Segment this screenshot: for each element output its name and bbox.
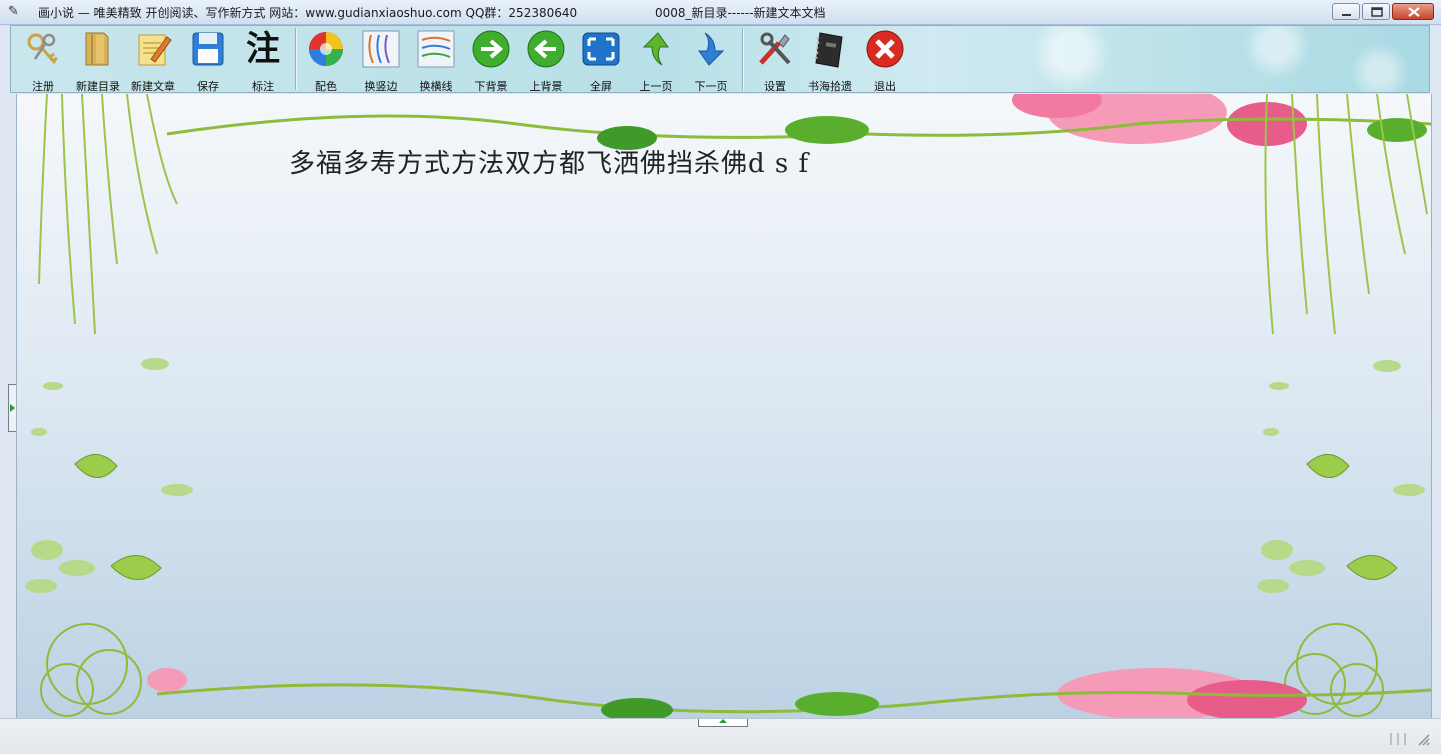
change-horizontal-line-button[interactable]: 换横线 <box>409 26 463 92</box>
horizontal-lines-icon <box>417 30 455 68</box>
document-content[interactable]: 多福多寿方式方法双方都飞洒佛挡杀佛d s f <box>289 143 809 180</box>
annotate-label: 标注 <box>252 80 274 93</box>
book-icon[interactable]: ✎ <box>8 4 24 20</box>
window-title: 画小说 — 唯美精致 开创阅读、写作新方式 网站：www.gudianxiaos… <box>38 6 578 20</box>
exit-label: 退出 <box>874 80 896 93</box>
sidebar-toggle-handle[interactable] <box>8 384 16 432</box>
next-background-button[interactable]: 下背景 <box>464 26 518 92</box>
color-wheel-icon <box>309 32 343 66</box>
color-scheme-button[interactable]: 配色 <box>299 26 353 92</box>
settings-button[interactable]: 设置 <box>748 26 802 92</box>
fullscreen-button[interactable]: 全屏 <box>574 26 628 92</box>
title-bar: ✎ 画小说 — 唯美精致 开创阅读、写作新方式 网站：www.gudianxia… <box>0 0 1441 25</box>
arrow-right-circle-icon <box>472 30 510 68</box>
vertical-border-icon <box>362 30 400 68</box>
new-article-button[interactable]: 新建文章 <box>126 26 180 92</box>
annotate-character-icon: 注 <box>246 29 280 69</box>
next-page-label: 下一页 <box>694 80 728 93</box>
register-button[interactable]: 注册 <box>16 26 70 92</box>
notebook-icon <box>814 32 843 68</box>
editor-canvas[interactable]: 多福多寿方式方法双方都飞洒佛挡杀佛d s f <box>16 94 1432 718</box>
exit-x-icon <box>866 30 904 68</box>
previous-page-button[interactable]: 上一页 <box>629 26 683 92</box>
next-page-button[interactable]: 下一页 <box>684 26 738 92</box>
status-bar <box>0 718 1441 754</box>
minimize-icon <box>1342 14 1351 16</box>
fullscreen-icon <box>582 32 620 66</box>
bottom-panel-toggle[interactable] <box>698 719 748 727</box>
new-directory-button[interactable]: 新建目录 <box>71 26 125 92</box>
tools-icon <box>759 32 791 65</box>
arrow-up-icon <box>642 32 669 66</box>
book-sea-button[interactable]: 书海拾遗 <box>803 26 857 92</box>
arrow-left-circle-icon <box>527 30 565 68</box>
annotate-button[interactable]: 注 标注 <box>236 26 290 92</box>
main-toolbar: 注册 新建目录 新建文章 保存 注 标注 配色 换竖边 换横线 下背景 上背景 … <box>10 25 1430 93</box>
close-button[interactable] <box>1392 3 1434 20</box>
close-icon <box>1408 7 1420 17</box>
previous-background-button[interactable]: 上背景 <box>519 26 573 92</box>
minimize-button[interactable] <box>1332 3 1360 20</box>
keys-icon <box>27 33 58 64</box>
background-decoration <box>25 94 1431 718</box>
maximize-button[interactable] <box>1362 3 1390 20</box>
change-vertical-border-button[interactable]: 换竖边 <box>354 26 408 92</box>
folder-icon <box>85 32 109 66</box>
document-title: 0008_新目录------新建文本文档 <box>655 6 826 20</box>
resize-grip-icon[interactable] <box>1389 729 1431 747</box>
maximize-icon <box>1371 7 1383 17</box>
notepad-pencil-icon <box>138 34 172 66</box>
save-button[interactable]: 保存 <box>181 26 235 92</box>
arrow-down-icon <box>698 32 725 66</box>
exit-button[interactable]: 退出 <box>858 26 912 92</box>
floppy-disk-icon <box>192 32 224 66</box>
